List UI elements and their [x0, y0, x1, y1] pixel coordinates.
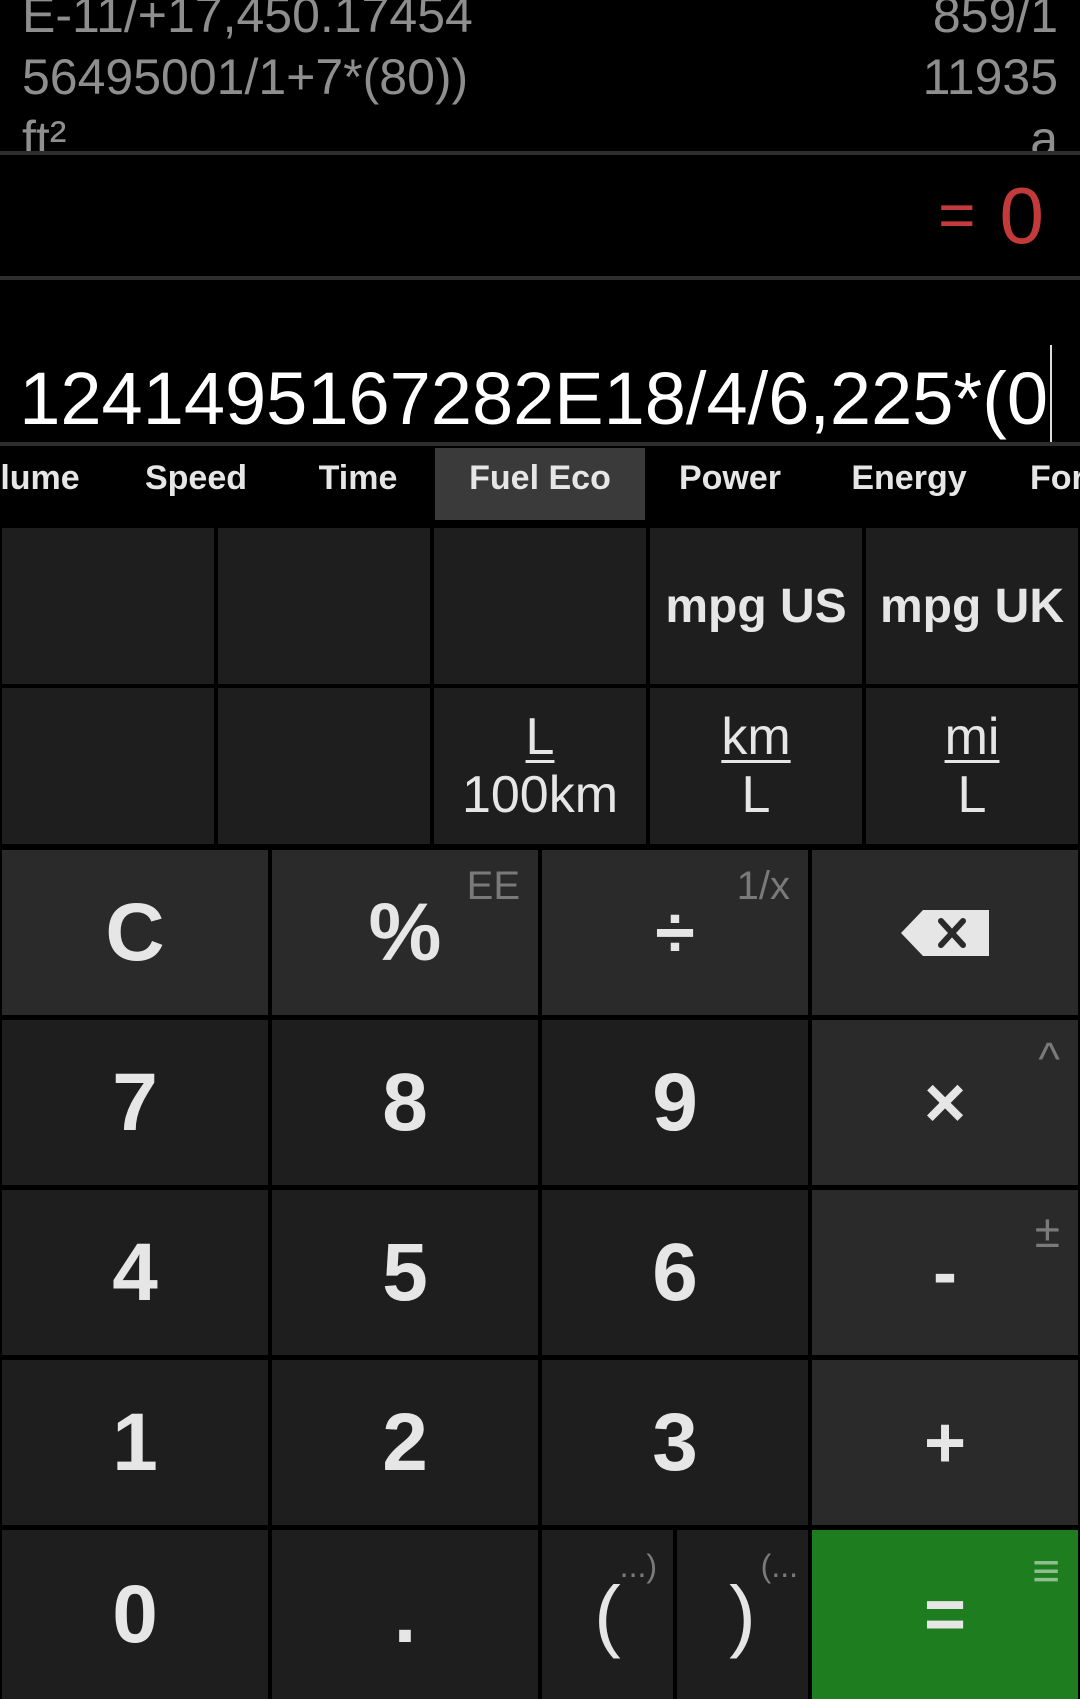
digit-7-button[interactable]: 7: [2, 1020, 268, 1185]
tab-volume[interactable]: lume: [0, 448, 90, 520]
history-line[interactable]: ft² a: [22, 110, 1058, 152]
backspace-button[interactable]: [812, 850, 1078, 1015]
history-expression: ft²: [22, 111, 67, 152]
history-expression: 56495001/1+7*(80)): [22, 49, 469, 105]
open-parenthesis-label: (: [594, 1569, 621, 1659]
history-line[interactable]: 56495001/1+7*(80)) 11935: [22, 48, 1058, 106]
digit-0-button[interactable]: 0: [2, 1530, 268, 1699]
close-parenthesis-button[interactable]: ) (...: [677, 1530, 808, 1699]
equals-button[interactable]: = ≡: [812, 1530, 1078, 1699]
divide-button[interactable]: ÷ 1/x: [542, 850, 808, 1015]
divide-label: ÷: [655, 892, 695, 973]
result-display: = 0: [938, 170, 1044, 262]
tab-force[interactable]: For: [1030, 448, 1080, 520]
digit-9-button[interactable]: 9: [542, 1020, 808, 1185]
expression-text: 1241495167282E18/4/6,225*(0: [19, 357, 1048, 440]
history-expression: E-11/+17,450.17454: [22, 0, 473, 43]
decimal-point-button[interactable]: .: [272, 1530, 538, 1699]
close-parenthesis-label: ): [729, 1569, 756, 1659]
clear-button[interactable]: C: [2, 850, 268, 1015]
text-cursor: [1050, 345, 1052, 445]
unit-numerator: L: [525, 708, 555, 766]
unit-l-per-100km-button[interactable]: L 100km: [434, 688, 646, 844]
keypad: mpg US mpg UK L 100km km L mi L C % EE ÷ 1/…: [0, 526, 1080, 1699]
result-equals-sign: =: [938, 179, 976, 251]
unit-empty: [218, 528, 430, 684]
tab-power[interactable]: Power: [660, 448, 800, 520]
unit-km-per-l-button[interactable]: km L: [650, 688, 862, 844]
divider: [0, 276, 1080, 280]
digit-8-button[interactable]: 8: [272, 1020, 538, 1185]
digit-6-button[interactable]: 6: [542, 1190, 808, 1355]
unit-denominator: L: [957, 766, 987, 824]
history-result: 11935: [922, 49, 1058, 105]
result-value: 0: [999, 171, 1045, 260]
history-result: a: [1030, 111, 1058, 152]
unit-empty: [2, 688, 214, 844]
tab-time[interactable]: Time: [290, 448, 426, 520]
minus-button[interactable]: - ±: [812, 1190, 1078, 1355]
percent-secondary-label: EE: [466, 864, 520, 908]
percent-label: %: [368, 886, 442, 978]
history-result: 859/1: [932, 0, 1058, 43]
unit-empty: [434, 528, 646, 684]
plus-button[interactable]: +: [812, 1360, 1078, 1525]
unit-empty: [218, 688, 430, 844]
unit-numerator: km: [721, 708, 791, 766]
tab-energy[interactable]: Energy: [835, 448, 983, 520]
unit-denominator: 100km: [461, 766, 619, 824]
percent-button[interactable]: % EE: [272, 850, 538, 1015]
unit-category-tabs[interactable]: lume Speed Time Fuel Eco Power Energy Fo…: [0, 448, 1080, 520]
digit-2-button[interactable]: 2: [272, 1360, 538, 1525]
digit-5-button[interactable]: 5: [272, 1190, 538, 1355]
digit-3-button[interactable]: 3: [542, 1360, 808, 1525]
divide-secondary-label: 1/x: [736, 864, 790, 908]
power-secondary-label: ^: [1038, 1033, 1060, 1085]
digit-4-button[interactable]: 4: [2, 1190, 268, 1355]
close-parenthesis-secondary-label: (...: [760, 1548, 798, 1584]
digit-1-button[interactable]: 1: [2, 1360, 268, 1525]
open-parenthesis-secondary-label: ...): [619, 1548, 657, 1584]
multiply-label: ×: [923, 1062, 967, 1143]
unit-mpg-uk-button[interactable]: mpg UK: [866, 528, 1078, 684]
multiply-button[interactable]: × ^: [812, 1020, 1078, 1185]
expression-input[interactable]: 1241495167282E18/4/6,225*(0: [0, 334, 1050, 444]
menu-icon: ≡: [1031, 1545, 1060, 1598]
backspace-icon: [901, 909, 989, 956]
minus-label: -: [933, 1232, 957, 1313]
divider: [0, 151, 1080, 155]
plus-minus-secondary-label: ±: [1034, 1205, 1060, 1257]
history-panel[interactable]: E-11/+17,450.17454 859/1 56495001/1+7*(8…: [0, 0, 1080, 152]
history-line[interactable]: E-11/+17,450.17454 859/1: [22, 0, 1058, 44]
tab-fuel-economy[interactable]: Fuel Eco: [435, 448, 645, 520]
unit-mpg-us-button[interactable]: mpg US: [650, 528, 862, 684]
tab-speed[interactable]: Speed: [126, 448, 266, 520]
equals-label: =: [923, 1574, 967, 1655]
unit-numerator: mi: [944, 708, 1000, 766]
unit-denominator: L: [741, 766, 771, 824]
unit-empty: [2, 528, 214, 684]
unit-mi-per-l-button[interactable]: mi L: [866, 688, 1078, 844]
open-parenthesis-button[interactable]: ( ...): [542, 1530, 673, 1699]
divider: [0, 442, 1080, 446]
